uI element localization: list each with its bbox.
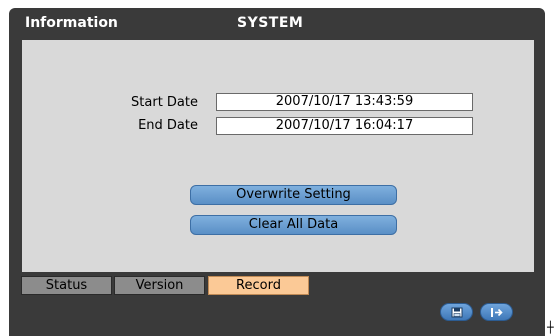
end-date-label: End Date — [138, 118, 198, 133]
tab-status[interactable]: Status — [21, 276, 112, 295]
window-title-information: Information — [25, 15, 118, 31]
tab-record[interactable]: Record — [208, 276, 309, 295]
start-date-label: Start Date — [131, 95, 198, 110]
system-window: Information SYSTEM Start Date 2007/10/17… — [9, 8, 545, 336]
save-icon — [441, 304, 472, 320]
end-date-field: 2007/10/17 16:04:17 — [216, 117, 473, 135]
start-date-field: 2007/10/17 13:43:59 — [216, 93, 473, 111]
tab-version[interactable]: Version — [114, 276, 205, 295]
exit-button[interactable] — [480, 303, 513, 321]
cursor-icon: ┼ — [547, 321, 554, 334]
clear-all-data-button[interactable]: Clear All Data — [190, 215, 397, 235]
record-panel: Start Date 2007/10/17 13:43:59 End Date … — [22, 40, 534, 272]
exit-icon — [481, 304, 512, 320]
window-title-system: SYSTEM — [237, 15, 304, 31]
overwrite-setting-button[interactable]: Overwrite Setting — [190, 185, 397, 205]
save-button[interactable] — [440, 303, 473, 321]
